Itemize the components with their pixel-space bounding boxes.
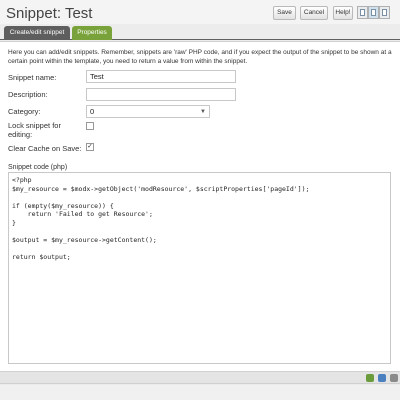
code-label: Snippet code (php) [8,164,68,171]
layout-right-icon[interactable] [379,6,390,19]
clear-cache-label: Clear Cache on Save: [8,144,82,153]
tab-bar: Create/edit snippet Properties [0,24,400,40]
snippet-name-input[interactable]: Test [86,70,236,83]
category-select[interactable]: 0 ▼ [86,105,210,118]
page-title: Snippet: Test [6,5,93,22]
intro-text: Here you can add/edit snippets. Remember… [8,49,392,65]
code-line: return 'Failed to get Resource'; [12,210,153,218]
category-label: Category: [8,107,41,116]
edit-panel: Here you can add/edit snippets. Remember… [0,41,400,372]
code-line: <?php [12,176,32,184]
layout-left-icon[interactable] [357,6,368,19]
snippet-name-label: Snippet name: [8,73,57,82]
code-line: $output = $my_resource->getContent(); [12,235,157,244]
tab-properties[interactable]: Properties [72,26,112,40]
chevron-down-icon: ▼ [200,109,206,115]
status-blue-icon[interactable] [378,374,386,382]
code-line: $my_resource = $modx->getObject('modReso… [12,184,310,193]
category-value: 0 [90,107,95,116]
cancel-button[interactable]: Cancel [300,6,328,20]
code-line: } [12,218,16,227]
help-button[interactable]: Help! [333,6,353,20]
save-button[interactable]: Save [273,6,296,20]
lock-label: Lock snippet for editing: [8,121,61,139]
code-line: return $output; [12,252,71,261]
status-green-icon[interactable] [366,374,374,382]
page-header: Snippet: Test Save Cancel Help! [0,0,400,24]
tab-create-edit-snippet[interactable]: Create/edit snippet [4,26,70,40]
status-gray-icon[interactable] [390,374,398,382]
code-editor[interactable]: <?php $my_resource = $modx->getObject('m… [8,172,391,364]
description-input[interactable] [86,88,236,101]
layout-center-icon[interactable] [368,6,379,19]
lock-checkbox[interactable] [86,122,94,130]
bottom-bar [0,385,400,400]
description-label: Description: [8,90,48,99]
status-bar [0,372,400,384]
clear-cache-checkbox[interactable]: ✓ [86,143,94,151]
code-line: if (empty($my_resource)) { [12,201,114,210]
